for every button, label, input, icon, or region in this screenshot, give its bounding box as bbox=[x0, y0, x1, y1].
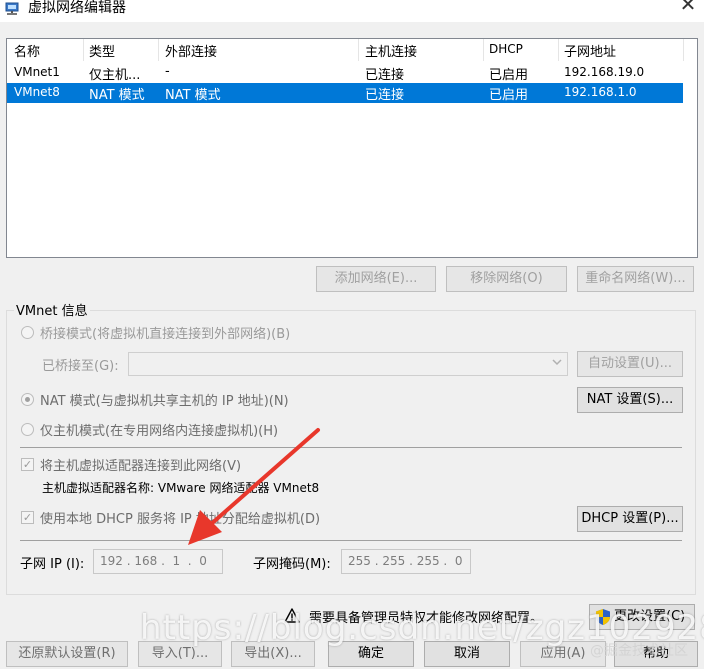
adapter-name-text: 主机虚拟适配器名称: VMware 网络适配器 VMnet8 bbox=[42, 481, 320, 495]
cell-subnet: 192.168.19.0 bbox=[564, 65, 645, 79]
chevron-down-icon bbox=[551, 356, 563, 371]
column-header-dhcp[interactable]: DHCP bbox=[489, 42, 523, 60]
window-title: 虚拟网络编辑器 bbox=[28, 0, 126, 16]
vmnet-info-label: VMnet 信息 bbox=[14, 300, 90, 319]
bridged-to-select[interactable] bbox=[128, 352, 568, 376]
dhcp-checkbox[interactable]: ✓ bbox=[21, 511, 34, 524]
subnet-mask-field[interactable]: 255 . 255 . 255 . 0 bbox=[341, 549, 471, 574]
bridged-mode-label: 桥接模式(将虚拟机直接连接到外部网络)(B) bbox=[40, 327, 291, 342]
cell-type: NAT 模式 bbox=[89, 88, 145, 103]
network-list[interactable]: 名称 类型 外部连接 主机连接 DHCP 子网地址 VMnet1 仅主机... … bbox=[6, 38, 698, 258]
cell-host: 已连接 bbox=[365, 88, 405, 103]
list-header: 名称 类型 外部连接 主机连接 DHCP 子网地址 bbox=[7, 39, 697, 61]
add-network-button[interactable]: 添加网络(E)... bbox=[316, 266, 436, 292]
cell-dhcp: 已启用 bbox=[489, 68, 529, 83]
cell-name: VMnet1 bbox=[14, 65, 60, 79]
bridged-to-label: 已桥接至(G): bbox=[42, 359, 119, 374]
table-row-selected[interactable]: VMnet8 NAT 模式 NAT 模式 已连接 已启用 192.168.1.0 bbox=[7, 83, 683, 103]
cell-name: VMnet8 bbox=[14, 85, 60, 99]
connect-adapter-checkbox[interactable]: ✓ bbox=[21, 458, 34, 471]
dhcp-label: 使用本地 DHCP 服务将 IP 地址分配给虚拟机(D) bbox=[40, 512, 321, 527]
subnet-ip-field[interactable]: 192 . 168 . 1 . 0 bbox=[93, 549, 223, 574]
network-icon bbox=[4, 2, 20, 16]
subnet-mask-label: 子网掩码(M): bbox=[253, 557, 331, 572]
host-only-radio[interactable] bbox=[21, 423, 34, 436]
title-bar: 虚拟网络编辑器 ✕ bbox=[0, 0, 704, 22]
dhcp-settings-button[interactable]: DHCP 设置(P)... bbox=[577, 506, 683, 532]
cell-subnet: 192.168.1.0 bbox=[564, 85, 637, 99]
rename-network-button[interactable]: 重命名网络(W)... bbox=[577, 266, 694, 292]
cell-external: NAT 模式 bbox=[165, 88, 221, 103]
cell-type: 仅主机... bbox=[89, 68, 141, 83]
subnet-ip-label: 子网 IP (I): bbox=[20, 557, 85, 572]
nat-mode-label: NAT 模式(与虚拟机共享主机的 IP 地址)(N) bbox=[40, 394, 289, 409]
nat-mode-radio[interactable] bbox=[21, 393, 34, 406]
auto-settings-button[interactable]: 自动设置(U)... bbox=[577, 351, 683, 377]
divider bbox=[20, 540, 682, 541]
connect-adapter-label: 将主机虚拟适配器连接到此网络(V) bbox=[40, 459, 242, 474]
column-header-name[interactable]: 名称 bbox=[14, 41, 40, 60]
restore-defaults-button[interactable]: 还原默认设置(R) bbox=[6, 641, 128, 667]
column-header-external[interactable]: 外部连接 bbox=[165, 41, 217, 60]
cell-dhcp: 已启用 bbox=[489, 88, 529, 103]
cell-host: 已连接 bbox=[365, 68, 405, 83]
close-icon[interactable]: ✕ bbox=[678, 0, 698, 14]
column-header-host[interactable]: 主机连接 bbox=[365, 41, 417, 60]
host-only-label: 仅主机模式(在专用网络内连接虚拟机)(H) bbox=[40, 424, 279, 439]
column-header-subnet[interactable]: 子网地址 bbox=[564, 41, 616, 60]
cell-external: - bbox=[165, 64, 170, 79]
divider bbox=[20, 447, 682, 448]
watermark-community: @掘金技术社区 bbox=[590, 643, 688, 659]
nat-settings-button[interactable]: NAT 设置(S)... bbox=[577, 387, 683, 413]
remove-network-button[interactable]: 移除网络(O) bbox=[446, 266, 567, 292]
table-row[interactable]: VMnet1 仅主机... - 已连接 已启用 192.168.19.0 bbox=[7, 63, 683, 83]
column-header-type[interactable]: 类型 bbox=[89, 41, 115, 60]
bridged-mode-radio[interactable] bbox=[21, 326, 34, 339]
